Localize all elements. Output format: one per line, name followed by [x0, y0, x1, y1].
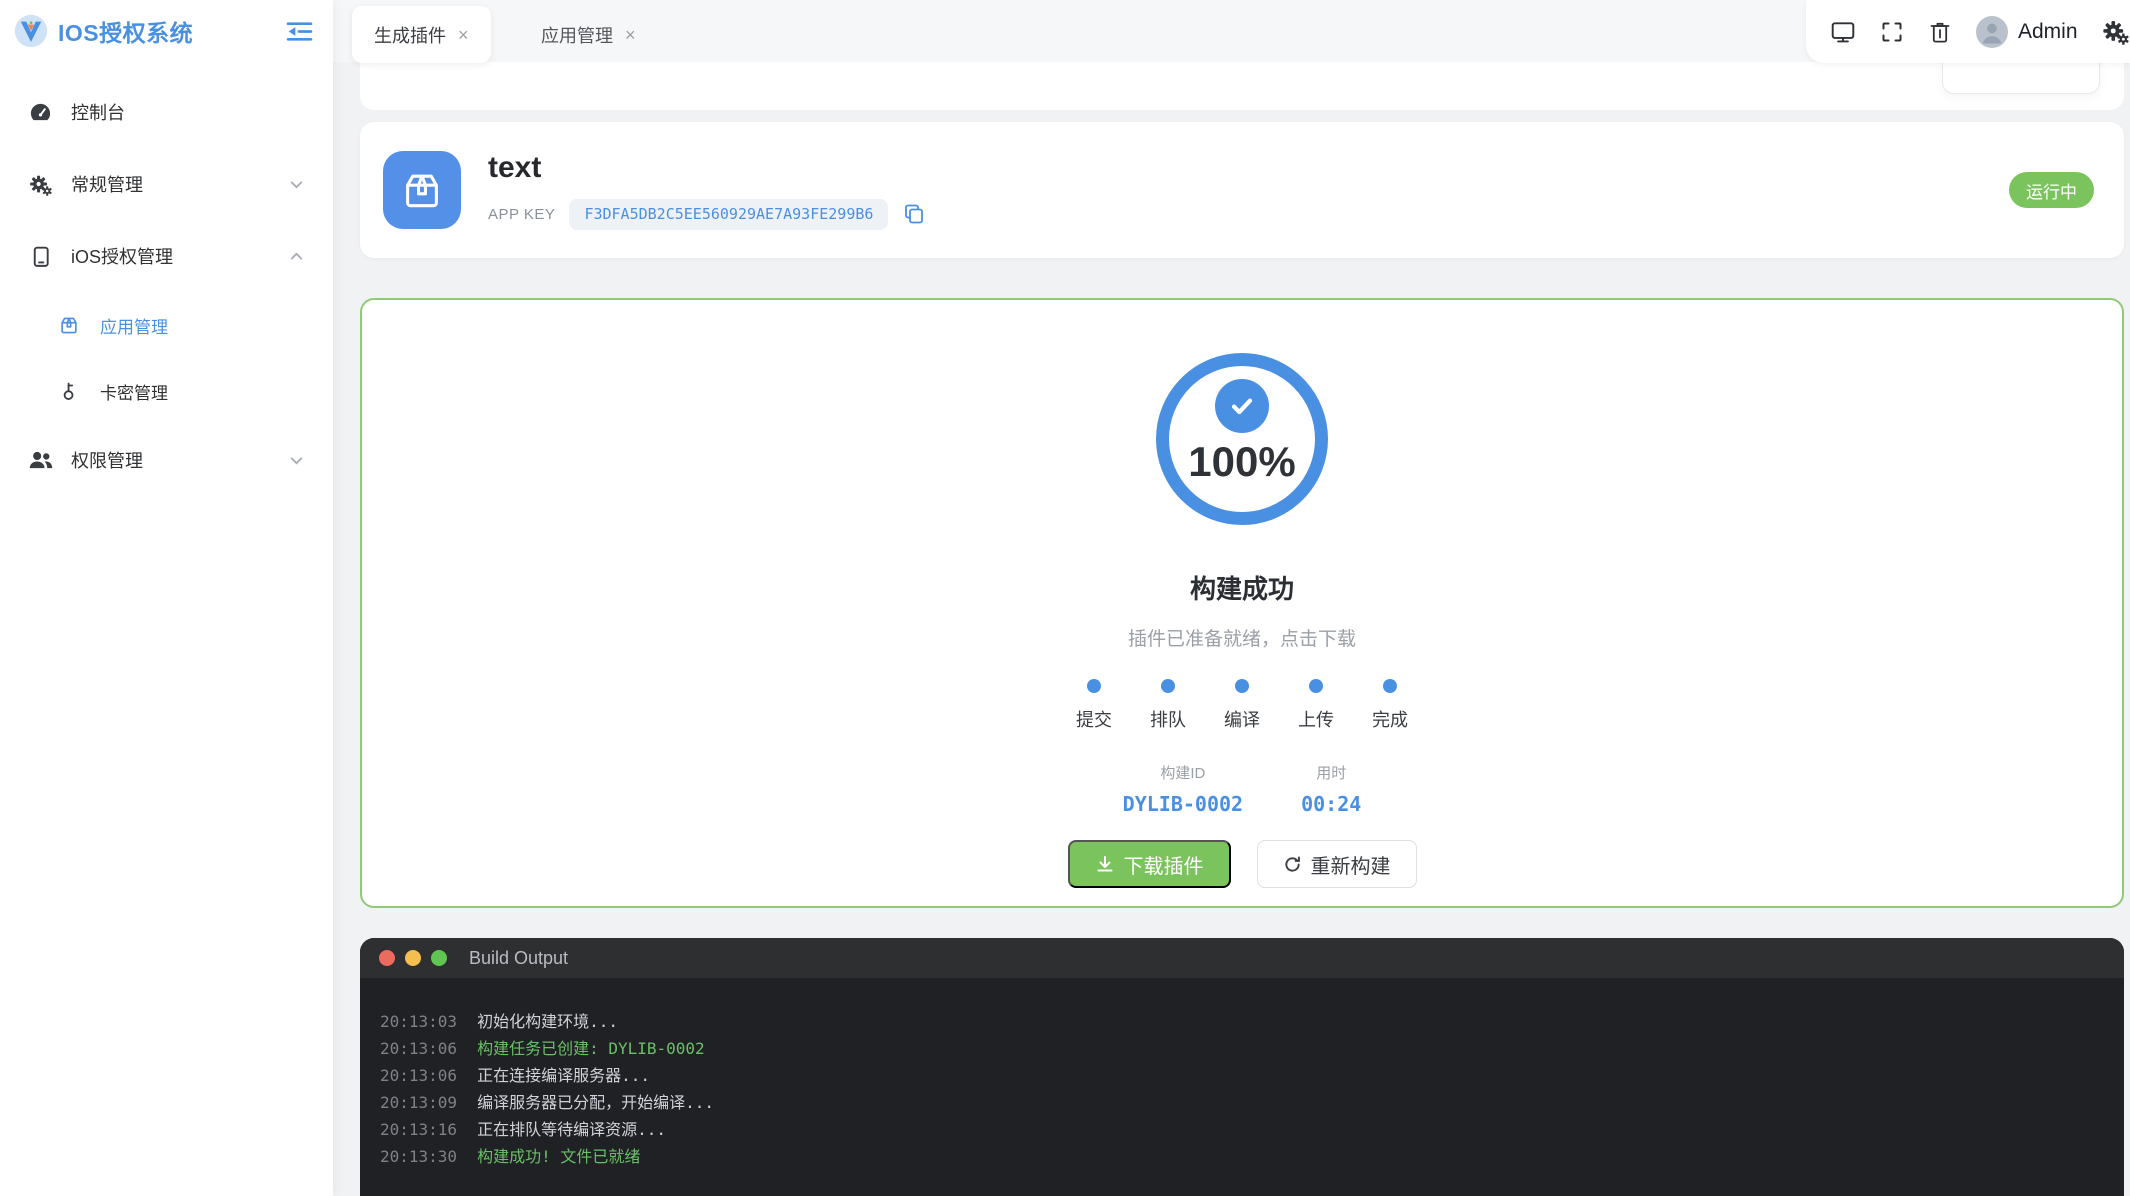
step-dot	[1087, 679, 1101, 693]
traffic-light-green-icon	[431, 950, 447, 966]
terminal-log: 20:13:03 初始化构建环境... 20:13:06 构建任务已创建: DYLI…	[360, 978, 2124, 1170]
chevron-up-icon	[288, 248, 305, 265]
sidebar: IOS授权系统 控制台 常规管理 iOS授权管理 应用管理 卡密管理 权限管理	[0, 0, 333, 1196]
log-line: 20:13:30 构建成功! 文件已就绪	[380, 1147, 641, 1166]
mobile-device-icon	[27, 245, 53, 268]
terminal-title: Build Output	[469, 947, 569, 968]
log-line: 20:13:06 构建任务已创建: DYLIB-0002	[380, 1039, 705, 1058]
step-dot	[1161, 679, 1175, 693]
step-done: 完成	[1360, 679, 1420, 732]
log-line: 20:13:06 正在连接编译服务器...	[380, 1066, 650, 1085]
refresh-icon	[1283, 855, 1302, 874]
sidebar-menu: 控制台 常规管理 iOS授权管理 应用管理 卡密管理 权限管理	[0, 62, 333, 496]
sidebar-item-label: 权限管理	[71, 451, 143, 471]
fullscreen-icon[interactable]	[1880, 20, 1904, 44]
logo-row: IOS授权系统	[0, 0, 333, 62]
monitor-icon[interactable]	[1830, 19, 1856, 45]
step-dot	[1235, 679, 1249, 693]
trash-icon[interactable]	[1928, 20, 1952, 44]
progress-ring: 100%	[1156, 353, 1328, 525]
app-package-icon	[383, 151, 461, 229]
sidebar-item-dashboard[interactable]: 控制台	[0, 76, 333, 148]
status-badge: 运行中	[2009, 172, 2094, 208]
sidebar-item-permission-management[interactable]: 权限管理	[0, 424, 333, 496]
step-upload: 上传	[1286, 679, 1346, 732]
dashboard-icon	[27, 101, 53, 124]
traffic-light-red-icon	[379, 950, 395, 966]
download-plugin-button[interactable]: 下载插件	[1067, 840, 1231, 888]
sidebar-item-ios-auth-management[interactable]: iOS授权管理	[0, 220, 333, 292]
key-icon	[56, 380, 82, 402]
step-dot	[1309, 679, 1323, 693]
app-key-row: APP KEY F3DFA5DB2C5EE560929AE7A93FE299B6	[488, 198, 926, 230]
gears-icon	[27, 173, 53, 196]
build-id-block: 构建ID DYLIB-0002	[1123, 762, 1243, 816]
duration-block: 用时 00:24	[1301, 762, 1361, 816]
sidebar-item-label: 卡密管理	[100, 383, 168, 403]
build-meta: 构建ID DYLIB-0002 用时 00:24	[1123, 762, 1362, 816]
step-dot	[1383, 679, 1397, 693]
tab-app-management[interactable]: 应用管理 ×	[519, 6, 658, 63]
build-status-subtitle: 插件已准备就绪，点击下载	[1127, 629, 1356, 650]
duration-value: 00:24	[1301, 792, 1362, 816]
user-menu[interactable]: Admin	[1976, 15, 2078, 48]
step-compile: 编译	[1212, 679, 1272, 732]
tab-label: 生成插件	[374, 25, 446, 46]
chevron-down-icon	[288, 176, 305, 193]
build-id-label: 构建ID	[1160, 765, 1206, 782]
build-output-terminal: Build Output 20:13:03 初始化构建环境... 20:13:06…	[360, 938, 2124, 1196]
tab-generate-plugin[interactable]: 生成插件 ×	[352, 6, 491, 63]
sidebar-item-label: 常规管理	[71, 175, 143, 195]
close-icon[interactable]: ×	[458, 26, 469, 44]
step-submit: 提交	[1064, 679, 1124, 732]
build-id-value: DYLIB-0002	[1122, 792, 1244, 816]
sidebar-item-card-key-management[interactable]: 卡密管理	[0, 358, 333, 424]
log-line: 20:13:16 正在排队等待编译资源...	[380, 1120, 666, 1139]
app-name: text	[488, 150, 542, 184]
sidebar-item-app-management[interactable]: 应用管理	[0, 292, 333, 358]
chevron-down-icon	[288, 452, 305, 469]
tab-label: 应用管理	[541, 25, 613, 46]
app-info-card: text APP KEY F3DFA5DB2C5EE560929AE7A93FE…	[360, 122, 2124, 258]
rebuild-button[interactable]: 重新构建	[1256, 840, 1417, 888]
sidebar-item-general-management[interactable]: 常规管理	[0, 148, 333, 220]
user-name: Admin	[2018, 19, 2078, 43]
build-status-title: 构建成功	[1189, 574, 1294, 604]
topbar-actions: Admin	[1806, 0, 2130, 63]
sidebar-item-label: iOS授权管理	[71, 247, 174, 267]
scrolled-card-remnant	[360, 62, 2124, 110]
app-title: IOS授权系统	[58, 20, 194, 46]
sidebar-collapse-icon[interactable]	[286, 20, 313, 43]
build-actions: 下载插件 重新构建	[1067, 840, 1417, 888]
progress-percent: 100%	[1188, 438, 1296, 485]
close-icon[interactable]: ×	[625, 26, 636, 44]
log-line: 20:13:03 初始化构建环境...	[380, 1012, 618, 1031]
download-icon	[1095, 854, 1115, 874]
app-key-label: APP KEY	[488, 205, 556, 223]
app-logo-icon	[14, 14, 48, 48]
check-circle-icon	[1215, 379, 1269, 433]
copy-icon[interactable]	[902, 202, 926, 226]
traffic-light-yellow-icon	[405, 950, 421, 966]
settings-gear-icon[interactable]	[2102, 18, 2129, 45]
sidebar-item-label: 应用管理	[100, 317, 168, 337]
avatar	[1976, 15, 2008, 48]
sidebar-item-label: 控制台	[71, 103, 125, 123]
app-key-value[interactable]: F3DFA5DB2C5EE560929AE7A93FE299B6	[569, 198, 889, 230]
step-queue: 排队	[1138, 679, 1198, 732]
log-line: 20:13:09 编译服务器已分配，开始编译...	[380, 1093, 714, 1112]
app-info: text APP KEY F3DFA5DB2C5EE560929AE7A93FE…	[488, 151, 926, 230]
build-result-card: 100% 构建成功 插件已准备就绪，点击下载 提交 排队 编译 上传 完成 构建…	[360, 298, 2124, 908]
users-icon	[27, 449, 53, 471]
package-icon	[56, 314, 82, 336]
terminal-header: Build Output	[360, 938, 2124, 978]
build-steps: 提交 排队 编译 上传 完成	[1064, 679, 1420, 732]
duration-label: 用时	[1316, 765, 1347, 782]
